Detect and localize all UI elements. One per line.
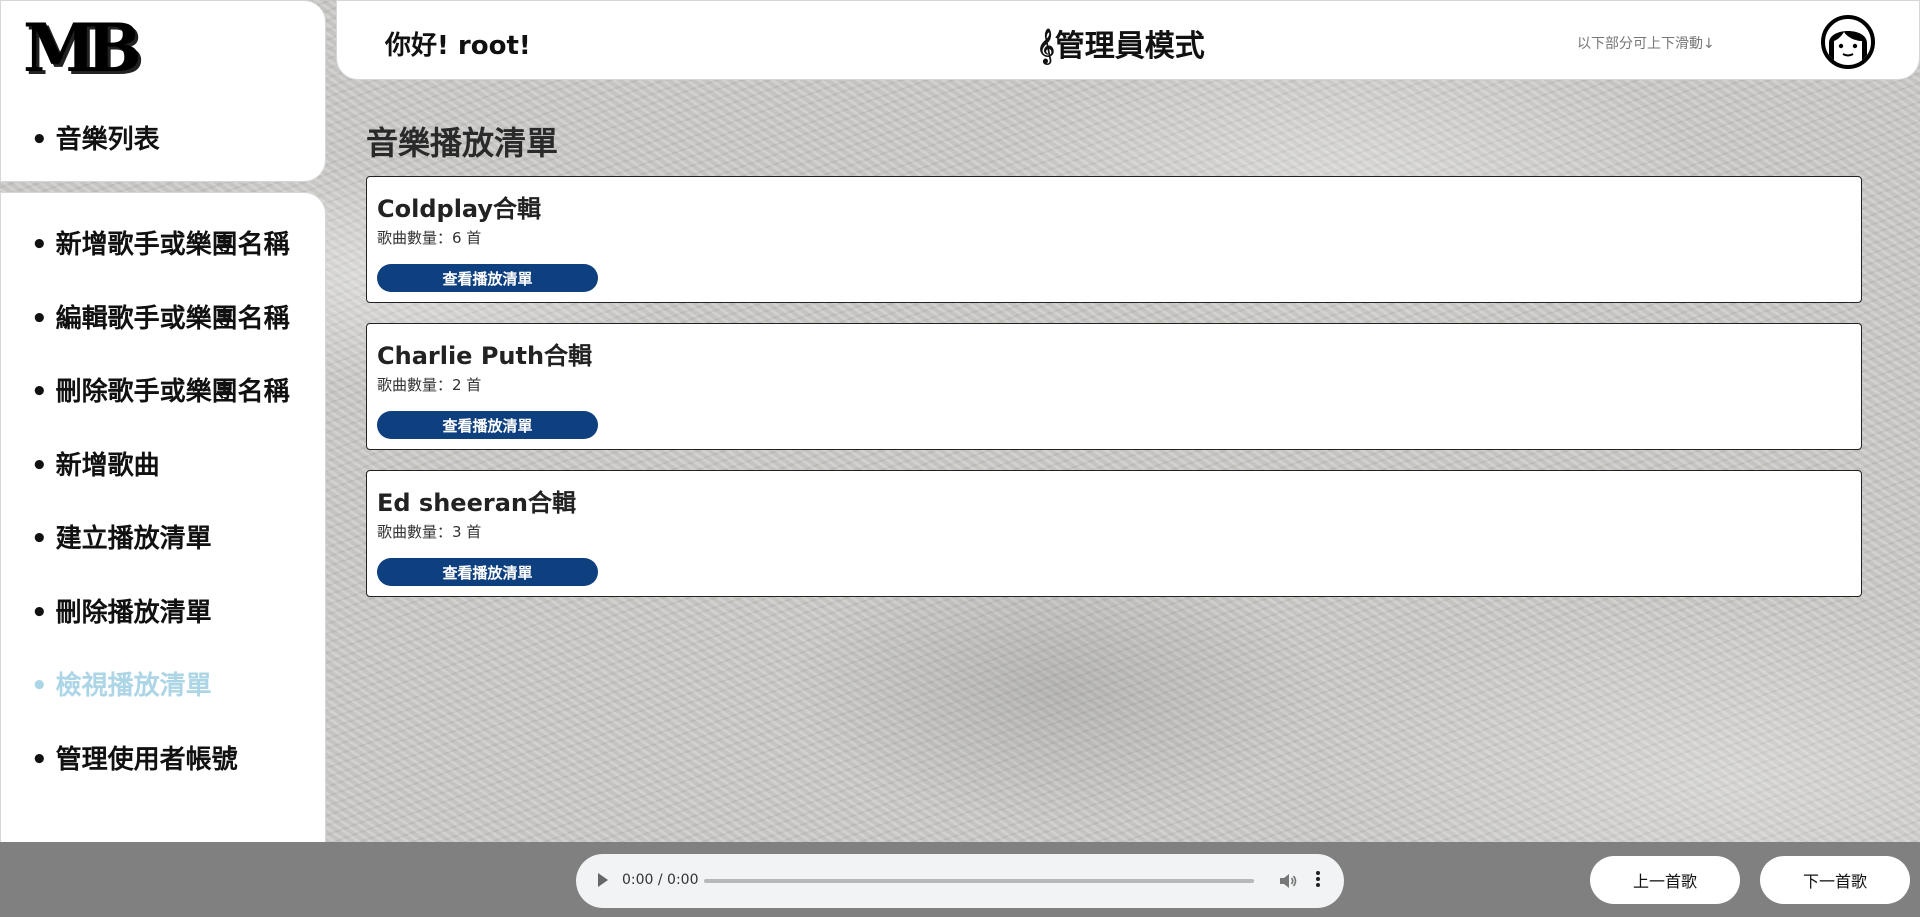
play-icon[interactable] (598, 873, 608, 887)
playlist-card: Coldplay合輯 歌曲數量：6 首 查看播放清單 (366, 176, 1862, 303)
bullet-icon: • (31, 744, 48, 775)
playlist-card: Ed sheeran合輯 歌曲數量：3 首 查看播放清單 (366, 470, 1862, 597)
sidebar-item-add-song[interactable]: • 新增歌曲 (31, 446, 290, 520)
bullet-icon: • (31, 303, 48, 334)
playlist-card: Charlie Puth合輯 歌曲數量：2 首 查看播放清單 (366, 323, 1862, 450)
sidebar-nav-panel: • 新增歌手或樂團名稱 • 編輯歌手或樂團名稱 • 刪除歌手或樂團名稱 • 新增歌曲 •… (0, 192, 326, 852)
time-display: 0:00 / 0:00 (622, 872, 699, 888)
next-song-button[interactable]: 下一首歌 (1760, 856, 1910, 904)
page-title: 𝄞管理員模式 (1037, 29, 1205, 64)
audio-player: 0:00 / 0:00 (576, 854, 1344, 908)
section-title: 音樂播放清單 (366, 124, 559, 162)
previous-song-button[interactable]: 上一首歌 (1590, 856, 1740, 904)
volume-icon[interactable] (1278, 871, 1298, 891)
sidebar-item-view-playlist[interactable]: • 檢視播放清單 (31, 666, 290, 740)
view-playlist-button[interactable]: 查看播放清單 (377, 411, 598, 439)
sidebar-item-label: 新增歌手或樂團名稱 (55, 230, 290, 260)
sidebar-item-label: 建立播放清單 (55, 524, 212, 554)
avatar-face-icon (1829, 31, 1867, 65)
bullet-icon: • (31, 125, 48, 155)
sidebar-nav-list: • 新增歌手或樂團名稱 • 編輯歌手或樂團名稱 • 刪除歌手或樂團名稱 • 新增歌曲 •… (31, 225, 290, 813)
sidebar-item-label: 刪除歌手或樂團名稱 (55, 377, 290, 407)
sidebar-item-label: 刪除播放清單 (55, 597, 212, 628)
sidebar-item-manage-accounts[interactable]: • 管理使用者帳號 (31, 740, 290, 814)
more-options-icon[interactable] (1314, 869, 1322, 891)
user-avatar-icon[interactable] (1821, 15, 1875, 69)
bullet-icon: • (31, 671, 48, 701)
bullet-icon: • (31, 450, 48, 481)
view-playlist-button[interactable]: 查看播放清單 (377, 558, 598, 586)
top-header: 你好! root! 𝄞管理員模式 以下部分可上下滑動↓ (336, 0, 1920, 80)
sidebar-item-label: 檢視播放清單 (55, 671, 212, 701)
bullet-icon: • (31, 524, 48, 554)
sidebar-item-label: 編輯歌手或樂團名稱 (55, 303, 290, 334)
bullet-icon: • (31, 230, 48, 260)
bullet-icon: • (31, 597, 48, 628)
sidebar-item-music-list[interactable]: • 音樂列表 (31, 119, 160, 156)
sidebar-item-edit-artist[interactable]: • 編輯歌手或樂團名稱 (31, 299, 290, 373)
view-playlist-button[interactable]: 查看播放清單 (377, 264, 598, 292)
progress-slider[interactable] (704, 879, 1254, 883)
player-bar: 0:00 / 0:00 上一首歌 下一首歌 (0, 842, 1920, 917)
sidebar-item-label: 新增歌曲 (55, 450, 160, 481)
playlist-title: Ed sheeran合輯 (377, 489, 576, 517)
playlist-title: Charlie Puth合輯 (377, 342, 593, 370)
sidebar-logo-panel: MB • 音樂列表 (0, 0, 326, 182)
playlist-song-count: 歌曲數量：3 首 (377, 523, 482, 541)
sidebar-item-label: 音樂列表 (55, 125, 160, 155)
playlist-song-count: 歌曲數量：2 首 (377, 376, 482, 394)
playlist-song-count: 歌曲數量：6 首 (377, 229, 482, 247)
scroll-hint: 以下部分可上下滑動↓ (1577, 36, 1715, 52)
bullet-icon: • (31, 377, 48, 407)
sidebar-item-create-playlist[interactable]: • 建立播放清單 (31, 519, 290, 593)
playlist-title: Coldplay合輯 (377, 195, 542, 223)
sidebar-item-label: 管理使用者帳號 (55, 744, 238, 775)
app-logo[interactable]: MB (23, 9, 142, 87)
sidebar-item-add-artist[interactable]: • 新增歌手或樂團名稱 (31, 225, 290, 299)
sidebar-item-delete-playlist[interactable]: • 刪除播放清單 (31, 593, 290, 667)
sidebar-item-delete-artist[interactable]: • 刪除歌手或樂團名稱 (31, 372, 290, 446)
greeting-text: 你好! root! (385, 31, 531, 61)
